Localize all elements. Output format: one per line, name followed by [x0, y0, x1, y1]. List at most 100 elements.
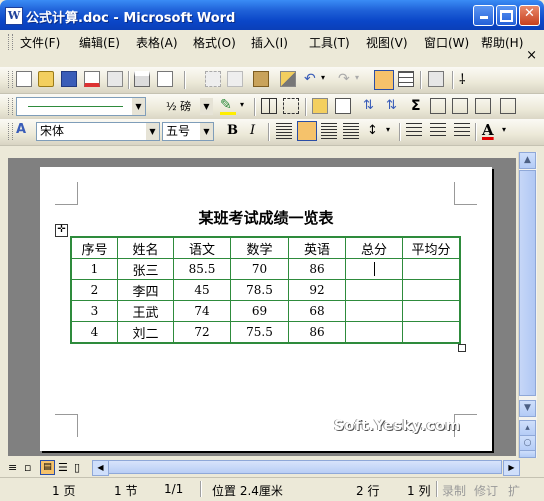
save-icon[interactable]	[61, 71, 77, 87]
format-painter-icon[interactable]	[280, 71, 296, 87]
text-direction-icon[interactable]	[500, 98, 516, 114]
table-cell[interactable]: 85.5	[173, 258, 231, 280]
table-cell[interactable]: 69	[230, 300, 289, 322]
permission-icon[interactable]	[84, 71, 100, 87]
align-center-icon[interactable]	[297, 121, 317, 141]
scroll-left-icon[interactable]: ◀	[92, 460, 109, 476]
header-cell[interactable]: 英语	[288, 236, 346, 259]
align-left-icon[interactable]	[276, 123, 292, 139]
distribute-columns-icon[interactable]	[452, 98, 468, 114]
new-document-icon[interactable]	[16, 71, 32, 87]
table-cell[interactable]: 3	[70, 300, 118, 322]
menu-insert[interactable]: 插入(I)	[251, 34, 288, 51]
print-layout-view-icon[interactable]: ▤	[40, 460, 55, 475]
menu-tools[interactable]: 工具(T)	[309, 34, 350, 51]
print-icon[interactable]	[134, 71, 150, 87]
word-app-icon[interactable]: W	[5, 7, 23, 25]
table-cell[interactable]: 王武	[117, 300, 174, 322]
chevron-down-icon[interactable]: ▾	[386, 125, 390, 134]
scroll-down-icon[interactable]: ▼	[519, 400, 536, 417]
font-color-icon[interactable]: A	[482, 121, 494, 139]
table-cell[interactable]: 86	[288, 258, 346, 280]
table-cell[interactable]: 70	[230, 258, 289, 280]
table-resize-handle-icon[interactable]	[458, 344, 466, 352]
menu-help[interactable]: 帮助(H)	[481, 34, 523, 51]
sort-ascending-icon[interactable]: ⇅	[363, 98, 374, 113]
header-cell[interactable]: 数学	[230, 236, 289, 259]
vertical-scrollbar[interactable]: ▲ ▼ ▴ ○	[518, 152, 537, 458]
font-size-select[interactable]: 五号 ▼	[162, 122, 214, 141]
numbering-icon[interactable]	[406, 123, 422, 139]
minimize-button[interactable]	[473, 5, 494, 26]
scroll-thumb[interactable]	[519, 170, 536, 396]
italic-button[interactable]: I	[250, 123, 255, 138]
table-cell[interactable]	[402, 279, 461, 301]
outline-view-icon[interactable]: ☰	[58, 461, 68, 474]
document-close-button[interactable]: ×	[526, 48, 537, 63]
cut-icon[interactable]	[205, 71, 221, 87]
table-cell[interactable]: 78.5	[230, 279, 289, 301]
decrease-indent-icon[interactable]	[454, 123, 470, 139]
bullets-icon[interactable]	[430, 123, 446, 139]
header-cell[interactable]: 总分	[345, 236, 403, 259]
copy-icon[interactable]	[227, 71, 243, 87]
table-cell[interactable]: 86	[288, 321, 346, 344]
outside-border-icon[interactable]	[261, 98, 277, 114]
menu-window[interactable]: 窗口(W)	[424, 34, 469, 51]
merge-cells-icon[interactable]	[335, 98, 351, 114]
border-select-icon[interactable]	[283, 98, 299, 114]
table-cell[interactable]: 张三	[117, 258, 174, 280]
table-cell[interactable]: 45	[173, 279, 231, 301]
table-cell[interactable]: 74	[173, 300, 231, 322]
line-weight-select[interactable]: ½ 磅 ▼	[162, 97, 214, 116]
justify-icon[interactable]	[343, 123, 359, 139]
table-cell[interactable]: 72	[173, 321, 231, 344]
table-cell[interactable]	[402, 321, 461, 344]
undo-dropdown-icon[interactable]: ▾	[321, 73, 325, 82]
menu-file[interactable]: 文件(F)	[20, 34, 60, 51]
scroll-up-icon[interactable]: ▲	[519, 152, 536, 169]
table-cell[interactable]: 2	[70, 279, 118, 301]
autosum-icon[interactable]: Σ	[411, 98, 421, 114]
paste-icon[interactable]	[253, 71, 269, 87]
next-page-icon[interactable]	[519, 450, 536, 458]
toolbar-grip[interactable]	[8, 71, 13, 88]
header-cell[interactable]: 语文	[173, 236, 231, 259]
pen-color-icon[interactable]: ✎	[220, 97, 232, 113]
table-cell[interactable]: 92	[288, 279, 346, 301]
line-spacing-icon[interactable]: ↕	[367, 123, 378, 138]
chevron-down-icon[interactable]: ▾	[502, 125, 506, 134]
sort-descending-icon[interactable]: ⇅	[386, 98, 397, 113]
autofit-icon[interactable]	[475, 98, 491, 114]
table-cell[interactable]: 1	[70, 258, 118, 280]
shading-color-icon[interactable]	[312, 98, 328, 114]
web-view-icon[interactable]: ▫	[24, 461, 31, 474]
table-cell[interactable]: 刘二	[117, 321, 174, 344]
menu-edit[interactable]: 编辑(E)	[79, 34, 120, 51]
horizontal-scroll-thumb[interactable]	[108, 460, 502, 474]
header-cell[interactable]: 序号	[70, 236, 118, 259]
menu-table[interactable]: 表格(A)	[136, 34, 178, 51]
tables-borders-icon[interactable]	[374, 70, 394, 90]
redo-dropdown-icon[interactable]: ▾	[355, 73, 359, 82]
chevron-down-icon[interactable]: ▾	[240, 100, 244, 109]
show-hide-icon[interactable]: ⸸	[459, 70, 466, 89]
redo-icon[interactable]: ↷	[338, 71, 350, 87]
font-name-select[interactable]: 宋体 ▼	[36, 122, 160, 141]
distribute-rows-icon[interactable]	[430, 98, 446, 114]
undo-icon[interactable]: ↶	[304, 71, 316, 87]
print-preview-icon[interactable]	[157, 71, 173, 87]
toolbar-grip[interactable]	[8, 123, 13, 140]
scroll-right-icon[interactable]: ▶	[503, 460, 520, 476]
document-heading[interactable]: 某班考试成绩一览表	[40, 207, 492, 228]
table-cell[interactable]	[345, 300, 403, 322]
table-cell[interactable]: 75.5	[230, 321, 289, 344]
normal-view-icon[interactable]: ≡	[8, 461, 17, 474]
table-cell[interactable]	[345, 321, 403, 344]
maximize-button[interactable]	[496, 5, 517, 26]
toolbar-grip[interactable]	[8, 98, 13, 115]
menu-format[interactable]: 格式(O)	[193, 34, 236, 51]
bold-button[interactable]: B	[227, 123, 238, 138]
insert-table-icon[interactable]	[398, 71, 414, 87]
email-icon[interactable]	[107, 71, 123, 87]
